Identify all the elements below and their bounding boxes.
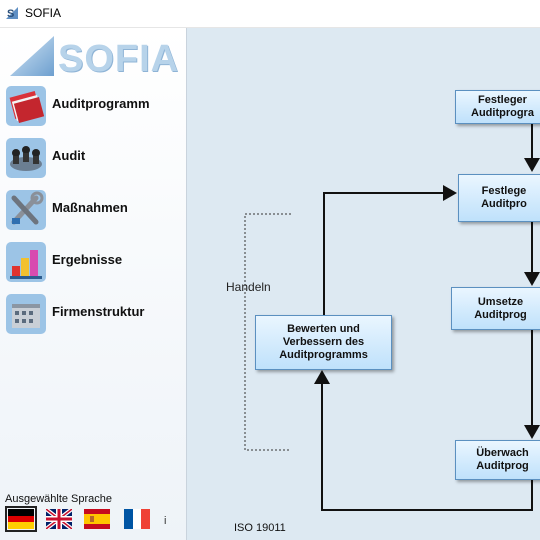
bar-chart-icon	[6, 242, 46, 282]
sidebar: SOFIA Auditprogramm Audit Maßnahmen Erge…	[0, 28, 187, 540]
menu-label-firmenstruktur: Firmenstruktur	[52, 304, 145, 319]
tools-icon	[6, 190, 46, 230]
box-bewerten[interactable]: Bewerten und Verbessern des Auditprogram…	[255, 315, 392, 370]
diagram-area: Festleger Auditprogra Festlege Auditpro …	[187, 28, 540, 540]
box-ueberwachen-label: Überwach Auditprog	[476, 447, 529, 472]
menu-label-audit: Audit	[52, 148, 86, 163]
language-selector: i	[4, 506, 184, 534]
info-icon[interactable]: i	[164, 515, 166, 527]
box-bewerten-label: Bewerten und Verbessern des Auditprogram…	[279, 323, 368, 361]
main-menu: Auditprogramm Audit Maßnahmen Ergebnisse…	[0, 80, 186, 340]
box-umsetzen-label: Umsetze Auditprog	[474, 295, 527, 321]
box-festlegen-auditprogramm-2[interactable]: Festlege Auditpro	[458, 174, 540, 222]
uk-flag-icon[interactable]	[46, 509, 72, 529]
menu-item-massnahmen[interactable]: Maßnahmen	[0, 184, 186, 236]
sofia-logo: SOFIA	[8, 34, 178, 80]
menu-label-ergebnisse: Ergebnisse	[52, 252, 123, 267]
building-icon	[6, 294, 46, 334]
title-bar: S SOFIA	[0, 0, 540, 28]
menu-item-firmenstruktur[interactable]: Firmenstruktur	[0, 288, 186, 340]
box-umsetzen[interactable]: Umsetze Auditprog	[451, 287, 540, 330]
sofia-app-icon: S	[6, 7, 18, 20]
menu-item-ergebnisse[interactable]: Ergebnisse	[0, 236, 186, 288]
fr-flag-icon[interactable]	[124, 509, 150, 529]
language-title: Ausgewählte Sprache	[5, 493, 113, 505]
logo-triangle-icon	[10, 36, 54, 76]
svg-text:S: S	[7, 8, 14, 20]
window-title: SOFIA	[25, 6, 62, 20]
menu-label-massnahmen: Maßnahmen	[52, 200, 128, 215]
es-flag-icon[interactable]	[84, 509, 110, 529]
menu-item-auditprogramm[interactable]: Auditprogramm	[0, 80, 186, 132]
box-festlegen-label: Festleger Auditprogra	[471, 94, 534, 119]
handeln-label: Handeln	[226, 280, 271, 294]
box-festlegen2-label: Festlege Auditpro	[481, 185, 527, 210]
meeting-icon	[6, 138, 46, 178]
book-icon	[6, 86, 46, 126]
iso-label: ISO 19011	[234, 522, 286, 534]
menu-item-audit[interactable]: Audit	[0, 132, 186, 184]
box-ueberwachen[interactable]: Überwach Auditprog	[455, 440, 540, 480]
menu-label-auditprogramm: Auditprogramm	[52, 96, 150, 111]
logo-text: SOFIA	[58, 38, 180, 80]
de-flag-icon[interactable]	[5, 506, 37, 532]
box-festlegen-auditprogramm[interactable]: Festleger Auditprogra	[455, 90, 540, 124]
